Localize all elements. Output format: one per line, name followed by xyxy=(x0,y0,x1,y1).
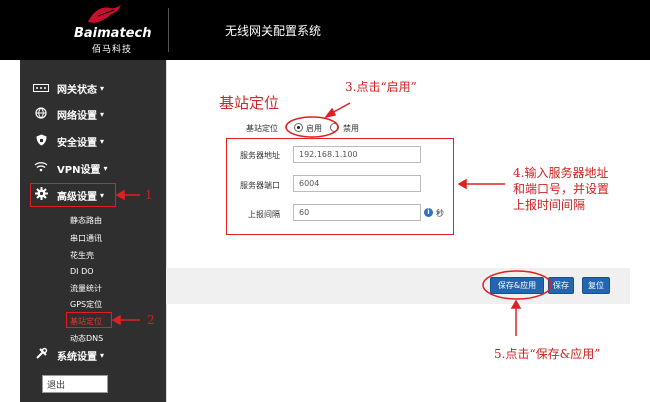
shield-icon xyxy=(32,134,50,149)
nav-label: 安全设置 xyxy=(57,137,97,149)
annotation-step-5: 5.点击“保存&应用” xyxy=(494,347,601,361)
chevron-down-icon: ▾ xyxy=(100,109,105,119)
save-apply-button[interactable]: 保存&应用 xyxy=(490,277,544,294)
highlight-cell-location xyxy=(66,312,112,328)
annotation-step-4-line1: 4.输入服务器地址 xyxy=(513,166,609,180)
logout-button[interactable]: 退出 xyxy=(42,375,108,393)
nav-label: VPN设置 xyxy=(57,164,101,176)
nav-label: 系统设置 xyxy=(57,351,97,363)
highlight-server-fields xyxy=(226,138,454,235)
highlight-advanced-settings xyxy=(30,183,116,207)
chevron-down-icon: ▾ xyxy=(100,350,105,360)
network-status-icon xyxy=(32,81,50,95)
annotation-step-4-line2: 和端口号，并设置 xyxy=(513,182,610,196)
nav-system-settings[interactable]: 系统设置 ▾ xyxy=(32,343,104,367)
page-title: 基站定位 xyxy=(219,94,280,112)
disable-label[interactable]: 禁用 xyxy=(343,123,359,134)
sub-item-static-route[interactable]: 静态路由 xyxy=(70,215,102,226)
annotation-step-2: 2 xyxy=(147,313,155,327)
enable-radio[interactable] xyxy=(294,123,303,132)
system-title: 无线网关配置系统 xyxy=(225,24,322,38)
sub-item-oray[interactable]: 花生壳 xyxy=(70,250,94,261)
nav-label: 网关状态 xyxy=(57,84,97,96)
sub-item-di-do[interactable]: DI DO xyxy=(70,267,94,276)
chevron-down-icon: ▾ xyxy=(103,163,108,173)
sub-item-gps[interactable]: GPS定位 xyxy=(70,299,102,310)
horse-logo-icon xyxy=(88,5,121,23)
annotation-step-1: 1 xyxy=(145,188,153,202)
sub-item-traffic[interactable]: 流量统计 xyxy=(70,283,102,294)
enable-label[interactable]: 启用 xyxy=(306,123,322,134)
header-bar: Baimatech 佰马科技 无线网关配置系统 xyxy=(0,0,650,60)
annotation-step-4: 4.输入服务器地址 和端口号，并设置 上报时间间隔 xyxy=(513,165,609,213)
wifi-icon xyxy=(32,161,50,175)
nav-network-status[interactable]: 网关状态 ▾ xyxy=(32,76,104,100)
brand-subtitle: 佰马科技 xyxy=(92,45,133,55)
chevron-down-icon: ▾ xyxy=(100,83,105,93)
network-globe-icon xyxy=(32,106,50,122)
chevron-down-icon: ▾ xyxy=(100,136,105,146)
disable-radio[interactable] xyxy=(330,123,339,132)
nav-network-settings[interactable]: 网络设置 ▾ xyxy=(32,102,104,126)
save-button[interactable]: 保存 xyxy=(548,277,574,294)
sub-item-serial[interactable]: 串口通讯 xyxy=(70,233,102,244)
nav-vpn-settings[interactable]: VPN设置 ▾ xyxy=(32,156,107,180)
tools-icon xyxy=(32,347,50,363)
nav-label: 网络设置 xyxy=(57,110,97,122)
nav-security-settings[interactable]: 安全设置 ▾ xyxy=(32,129,104,153)
header-divider xyxy=(168,8,169,52)
brand-name: Baimatech xyxy=(74,26,152,41)
reset-button[interactable]: 复位 xyxy=(582,277,610,294)
annotation-step-4-line3: 上报时间间隔 xyxy=(513,198,586,212)
annotation-step-3: 3.点击“启用” xyxy=(345,80,417,94)
mode-label: 基站定位 xyxy=(246,124,278,133)
